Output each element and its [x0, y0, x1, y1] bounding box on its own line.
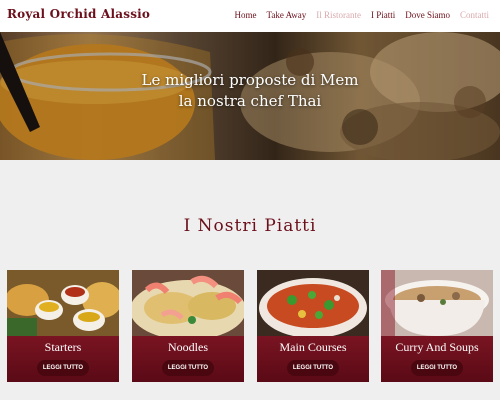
card-title: Curry And Soups — [395, 340, 479, 354]
nav-home[interactable]: Home — [229, 10, 261, 20]
site-logo[interactable]: Royal Orchid Alassio — [7, 7, 150, 21]
card-title: Main Courses — [279, 340, 347, 354]
hero-caption: Le migliori proposte di Mem la nostra ch… — [0, 70, 500, 112]
nav-take-away[interactable]: Take Away — [261, 10, 311, 20]
card-noodles[interactable]: Noodles LEGGI TUTTO — [132, 270, 244, 382]
top-header: Royal Orchid Alassio Home Take Away Il R… — [0, 0, 500, 32]
section-title: I Nostri Piatti — [183, 216, 317, 236]
nav-dove-siamo[interactable]: Dove Siamo — [400, 10, 455, 20]
card-curry-and-soups[interactable]: Curry And Soups LEGGI TUTTO — [381, 270, 493, 382]
read-more-button[interactable]: LEGGI TUTTO — [37, 360, 89, 376]
nav-contatti[interactable]: Contatti — [455, 10, 494, 20]
dish-categories: Starters LEGGI TUTTO Noodles LEGGI TUTTO — [7, 270, 495, 382]
noodles-image — [132, 270, 244, 336]
nav-i-piatti[interactable]: I Piatti — [366, 10, 400, 20]
starters-image — [7, 270, 119, 336]
read-more-button[interactable]: LEGGI TUTTO — [287, 360, 339, 376]
nav-il-ristorante[interactable]: Il Ristorante — [311, 10, 366, 20]
read-more-button[interactable]: LEGGI TUTTO — [162, 360, 214, 376]
main-courses-image — [257, 270, 369, 336]
card-title: Noodles — [168, 340, 208, 354]
card-starters[interactable]: Starters LEGGI TUTTO — [7, 270, 119, 382]
main-nav: Home Take Away Il Ristorante I Piatti Do… — [229, 10, 494, 20]
hero-line-1: Le migliori proposte di Mem — [141, 71, 359, 89]
card-main-courses[interactable]: Main Courses LEGGI TUTTO — [257, 270, 369, 382]
read-more-button[interactable]: LEGGI TUTTO — [411, 360, 463, 376]
hero-banner: Le migliori proposte di Mem la nostra ch… — [0, 32, 500, 160]
curry-soups-image — [381, 270, 493, 336]
card-title: Starters — [44, 340, 82, 354]
hero-line-2: la nostra chef Thai — [178, 92, 322, 110]
